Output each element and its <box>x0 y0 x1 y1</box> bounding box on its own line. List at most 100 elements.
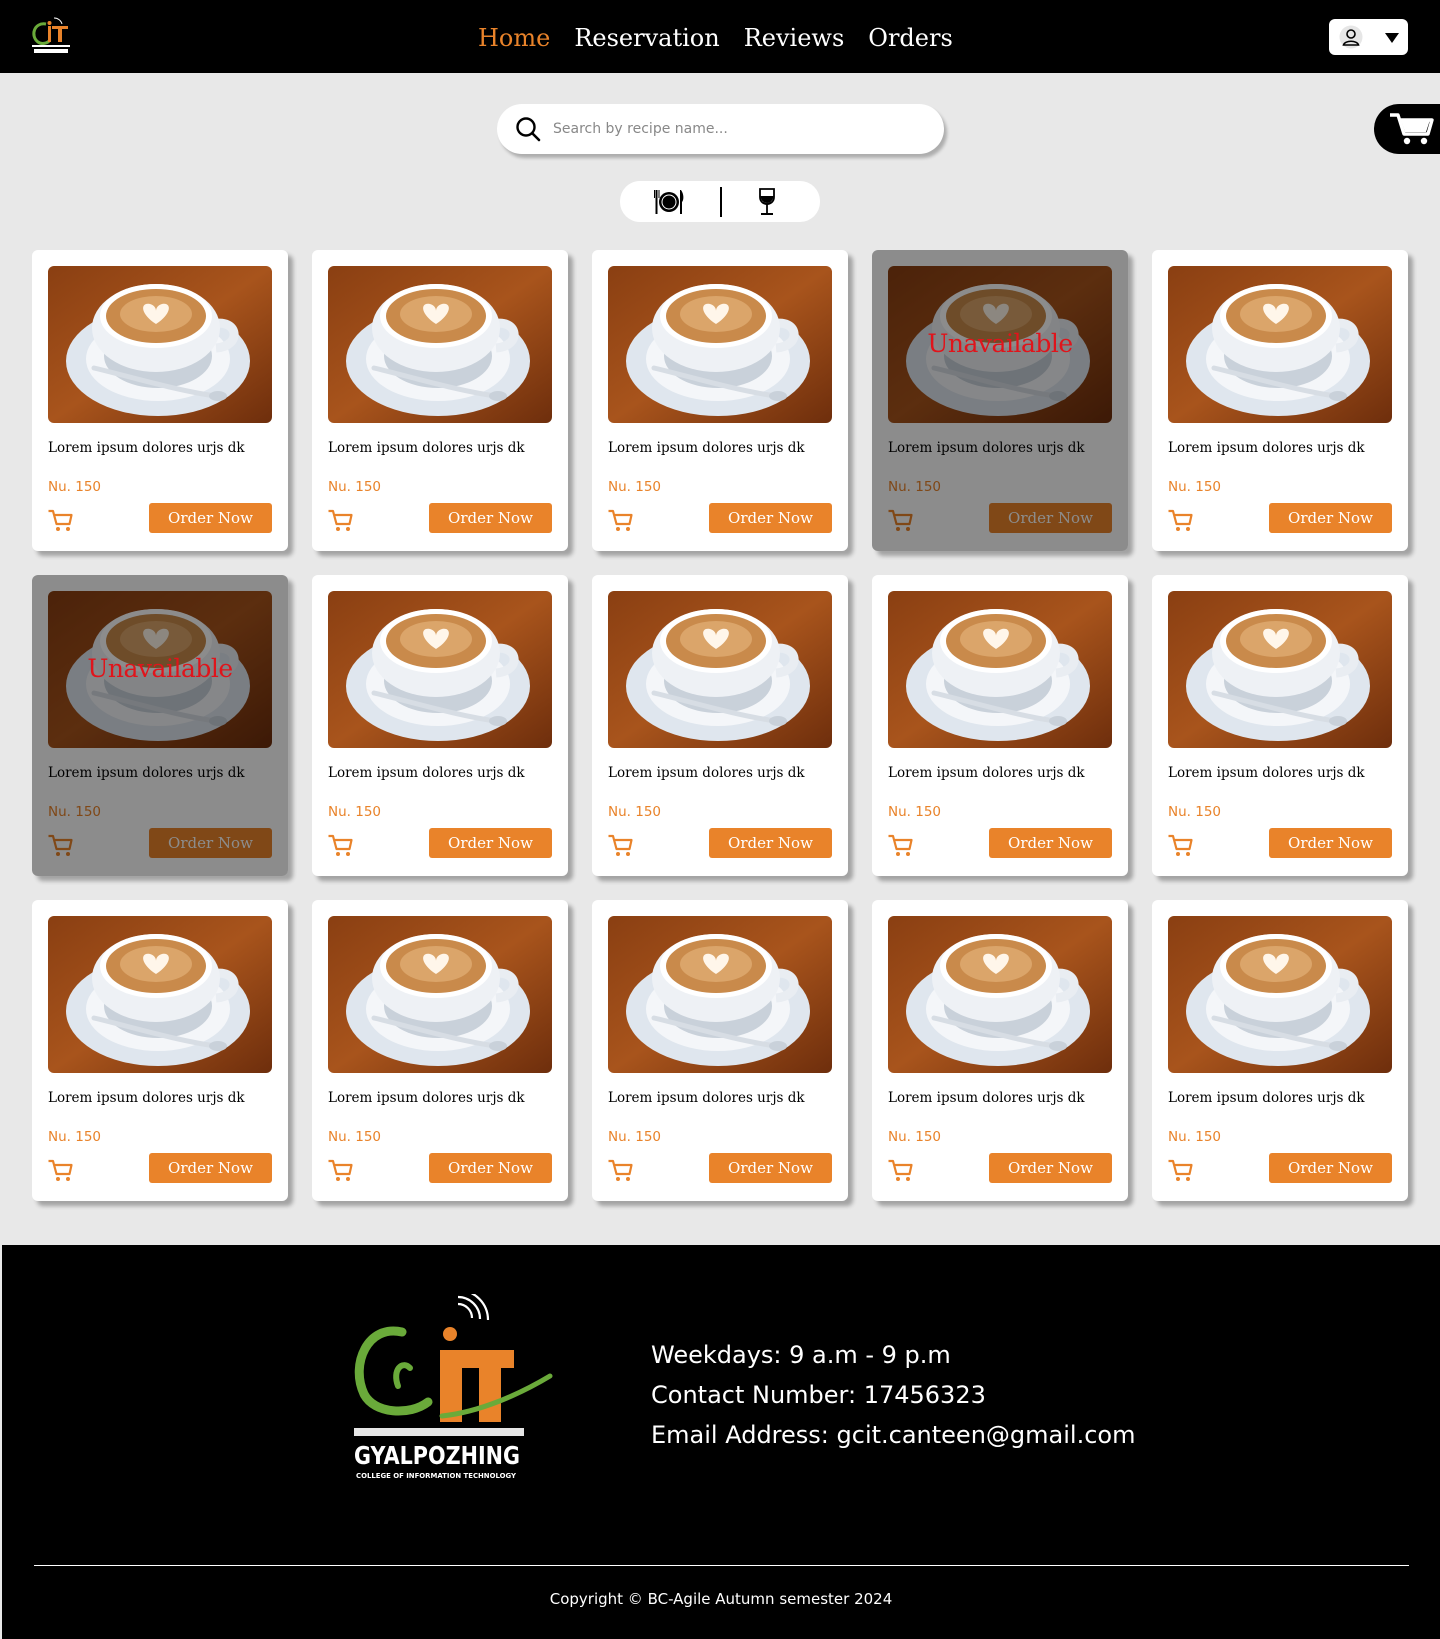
svg-text:COLLEGE OF INFORMATION TECHNOL: COLLEGE OF INFORMATION TECHNOLOGY <box>356 1472 517 1480</box>
coffee-photo <box>48 266 272 423</box>
toggle-divider <box>720 187 722 217</box>
item-name: Lorem ipsum dolores urjs dk <box>48 1090 245 1106</box>
item-name: Lorem ipsum dolores urjs dk <box>328 440 525 456</box>
search-input[interactable] <box>553 114 923 144</box>
cart-icon[interactable] <box>1167 834 1193 858</box>
order-now-button[interactable]: Order Now <box>1269 828 1392 858</box>
gcit-logo: GYALPOZHING COLLEGE OF INFORMATION TECHN… <box>354 1294 553 1480</box>
contact-number: Contact Number: 17456323 <box>651 1381 986 1409</box>
nav-orders[interactable]: Orders <box>868 18 953 58</box>
main-nav: Home Reservation Reviews Orders <box>478 18 953 58</box>
order-now-button[interactable]: Order Now <box>1269 503 1392 533</box>
item-name: Lorem ipsum dolores urjs dk <box>1168 440 1365 456</box>
nav-reviews[interactable]: Reviews <box>744 18 845 58</box>
menu-card: Lorem ipsum dolores urjs dk Nu. 150 Orde… <box>592 250 848 551</box>
order-now-button[interactable]: Order Now <box>989 1153 1112 1183</box>
unavailable-overlay <box>32 575 288 876</box>
coffee-photo <box>1168 591 1392 748</box>
category-toggle <box>620 181 820 222</box>
cart-icon[interactable] <box>47 509 73 533</box>
cart-icon[interactable] <box>327 509 353 533</box>
cart-icon[interactable] <box>607 1159 633 1183</box>
cart-icon[interactable] <box>327 834 353 858</box>
menu-card: Lorem ipsum dolores urjs dk Nu. 150 Orde… <box>1152 250 1408 551</box>
coffee-photo <box>608 591 832 748</box>
cart-icon[interactable] <box>1167 1159 1193 1183</box>
copyright: Copyright © BC-Agile Autumn semester 202… <box>549 1590 893 1608</box>
unavailable-label: Unavailable <box>87 654 233 683</box>
item-price: Nu. 150 <box>328 479 382 495</box>
item-price: Nu. 150 <box>328 1129 382 1145</box>
cart-icon <box>1390 113 1434 145</box>
item-name: Lorem ipsum dolores urjs dk <box>608 440 805 456</box>
coffee-photo <box>1168 916 1392 1073</box>
gcit-logo[interactable] <box>28 14 76 58</box>
item-name: Lorem ipsum dolores urjs dk <box>608 1090 805 1106</box>
item-price: Nu. 150 <box>328 804 382 820</box>
coffee-photo <box>888 591 1112 748</box>
order-now-button[interactable]: Order Now <box>149 1153 272 1183</box>
cart-button[interactable] <box>1374 104 1440 154</box>
order-now-button[interactable]: Order Now <box>709 1153 832 1183</box>
item-price: Nu. 150 <box>1168 479 1222 495</box>
contact-info: Weekdays: 9 a.m - 9 p.m Contact Number: … <box>651 1335 1135 1455</box>
chevron-down-icon <box>1385 33 1399 43</box>
menu-card: Lorem ipsum dolores urjs dk Nu. 150 Orde… <box>312 900 568 1201</box>
order-now-button[interactable]: Order Now <box>429 503 552 533</box>
opening-hours: Weekdays: 9 a.m - 9 p.m <box>651 1341 951 1369</box>
order-now-button[interactable]: Order Now <box>709 503 832 533</box>
nav-reservation[interactable]: Reservation <box>574 18 719 58</box>
cart-icon[interactable] <box>1167 509 1193 533</box>
item-price: Nu. 150 <box>608 1129 662 1145</box>
coffee-photo <box>608 916 832 1073</box>
coffee-photo <box>608 266 832 423</box>
item-name: Lorem ipsum dolores urjs dk <box>328 765 525 781</box>
coffee-photo <box>328 591 552 748</box>
menu-card: Lorem ipsum dolores urjs dk Nu. 150 Orde… <box>32 575 288 876</box>
cart-icon[interactable] <box>327 1159 353 1183</box>
plate-cutlery-icon[interactable] <box>654 188 684 216</box>
order-now-button[interactable]: Order Now <box>149 503 272 533</box>
item-price: Nu. 150 <box>48 1129 102 1145</box>
cart-icon[interactable] <box>47 1159 73 1183</box>
item-price: Nu. 150 <box>608 804 662 820</box>
cart-icon[interactable] <box>887 1159 913 1183</box>
menu-card: Lorem ipsum dolores urjs dk Nu. 150 Orde… <box>592 900 848 1201</box>
coffee-photo <box>888 916 1112 1073</box>
menu-card: Lorem ipsum dolores urjs dk Nu. 150 Orde… <box>1152 575 1408 876</box>
nav-home[interactable]: Home <box>478 18 550 58</box>
wine-glass-icon[interactable] <box>756 187 778 217</box>
item-name: Lorem ipsum dolores urjs dk <box>608 765 805 781</box>
item-name: Lorem ipsum dolores urjs dk <box>1168 1090 1365 1106</box>
menu-card: Lorem ipsum dolores urjs dk Nu. 150 Orde… <box>592 575 848 876</box>
menu-card: Lorem ipsum dolores urjs dk Nu. 150 Orde… <box>1152 900 1408 1201</box>
order-now-button[interactable]: Order Now <box>429 1153 552 1183</box>
search-bar <box>497 104 944 154</box>
footer: GYALPOZHING COLLEGE OF INFORMATION TECHN… <box>2 1245 1440 1639</box>
coffee-photo <box>48 916 272 1073</box>
footer-divider <box>34 1565 1409 1566</box>
header: Home Reservation Reviews Orders <box>0 0 1440 73</box>
cart-icon[interactable] <box>887 834 913 858</box>
item-price: Nu. 150 <box>888 804 942 820</box>
item-name: Lorem ipsum dolores urjs dk <box>888 765 1085 781</box>
item-price: Nu. 150 <box>1168 1129 1222 1145</box>
item-name: Lorem ipsum dolores urjs dk <box>1168 765 1365 781</box>
order-now-button[interactable]: Order Now <box>429 828 552 858</box>
unavailable-overlay <box>872 250 1128 551</box>
order-now-button[interactable]: Order Now <box>1269 1153 1392 1183</box>
item-name: Lorem ipsum dolores urjs dk <box>48 440 245 456</box>
cart-icon[interactable] <box>607 509 633 533</box>
order-now-button[interactable]: Order Now <box>989 828 1112 858</box>
order-now-button[interactable]: Order Now <box>709 828 832 858</box>
email-address: Email Address: gcit.canteen@gmail.com <box>651 1421 1136 1449</box>
item-price: Nu. 150 <box>48 479 102 495</box>
item-name: Lorem ipsum dolores urjs dk <box>888 1090 1085 1106</box>
svg-text:GYALPOZHING: GYALPOZHING <box>354 1441 520 1470</box>
search-icon[interactable] <box>515 116 541 142</box>
user-menu-button[interactable] <box>1329 19 1408 55</box>
menu-card: Lorem ipsum dolores urjs dk Nu. 150 Orde… <box>872 575 1128 876</box>
coffee-photo <box>328 266 552 423</box>
cart-icon[interactable] <box>607 834 633 858</box>
item-price: Nu. 150 <box>608 479 662 495</box>
